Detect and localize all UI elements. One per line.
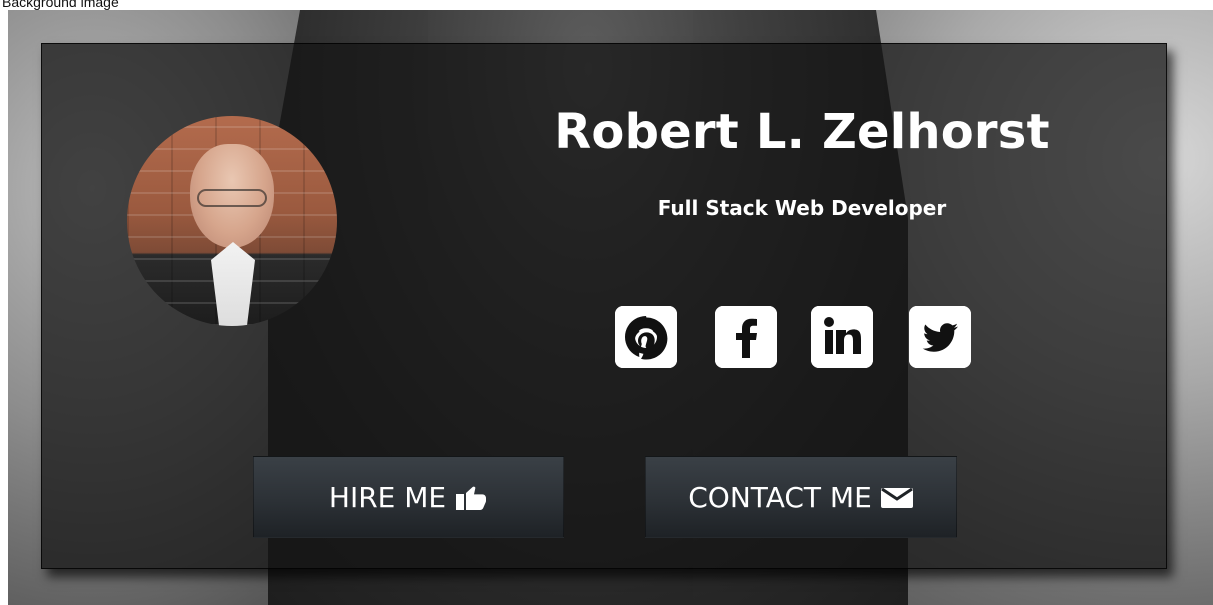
linkedin-link[interactable] <box>811 306 873 368</box>
contact-me-button[interactable]: CONTACT ME <box>645 456 957 538</box>
envelope-icon <box>880 485 914 509</box>
profile-name: Robert L. Zelhorst <box>554 104 1050 160</box>
profile-card: Robert L. Zelhorst Full Stack Web Develo… <box>41 43 1167 569</box>
hire-me-button[interactable]: HIRE ME <box>253 456 564 538</box>
github-link[interactable] <box>615 306 677 368</box>
social-links <box>615 306 975 376</box>
linkedin-icon <box>811 306 873 368</box>
thumbs-up-icon <box>454 482 488 512</box>
github-icon <box>615 306 677 368</box>
twitter-icon <box>909 306 971 368</box>
twitter-link[interactable] <box>909 306 971 368</box>
contact-me-label: CONTACT ME <box>688 480 872 514</box>
avatar-glasses <box>197 189 267 207</box>
hire-me-label: HIRE ME <box>328 480 447 514</box>
facebook-link[interactable] <box>715 306 777 368</box>
facebook-icon <box>715 306 777 368</box>
hero-background: Robert L. Zelhorst Full Stack Web Develo… <box>8 10 1213 605</box>
avatar-shirt <box>211 242 255 326</box>
top-caption: Background image <box>2 0 119 10</box>
avatar <box>127 116 337 326</box>
profile-role: Full Stack Web Developer <box>657 196 947 220</box>
